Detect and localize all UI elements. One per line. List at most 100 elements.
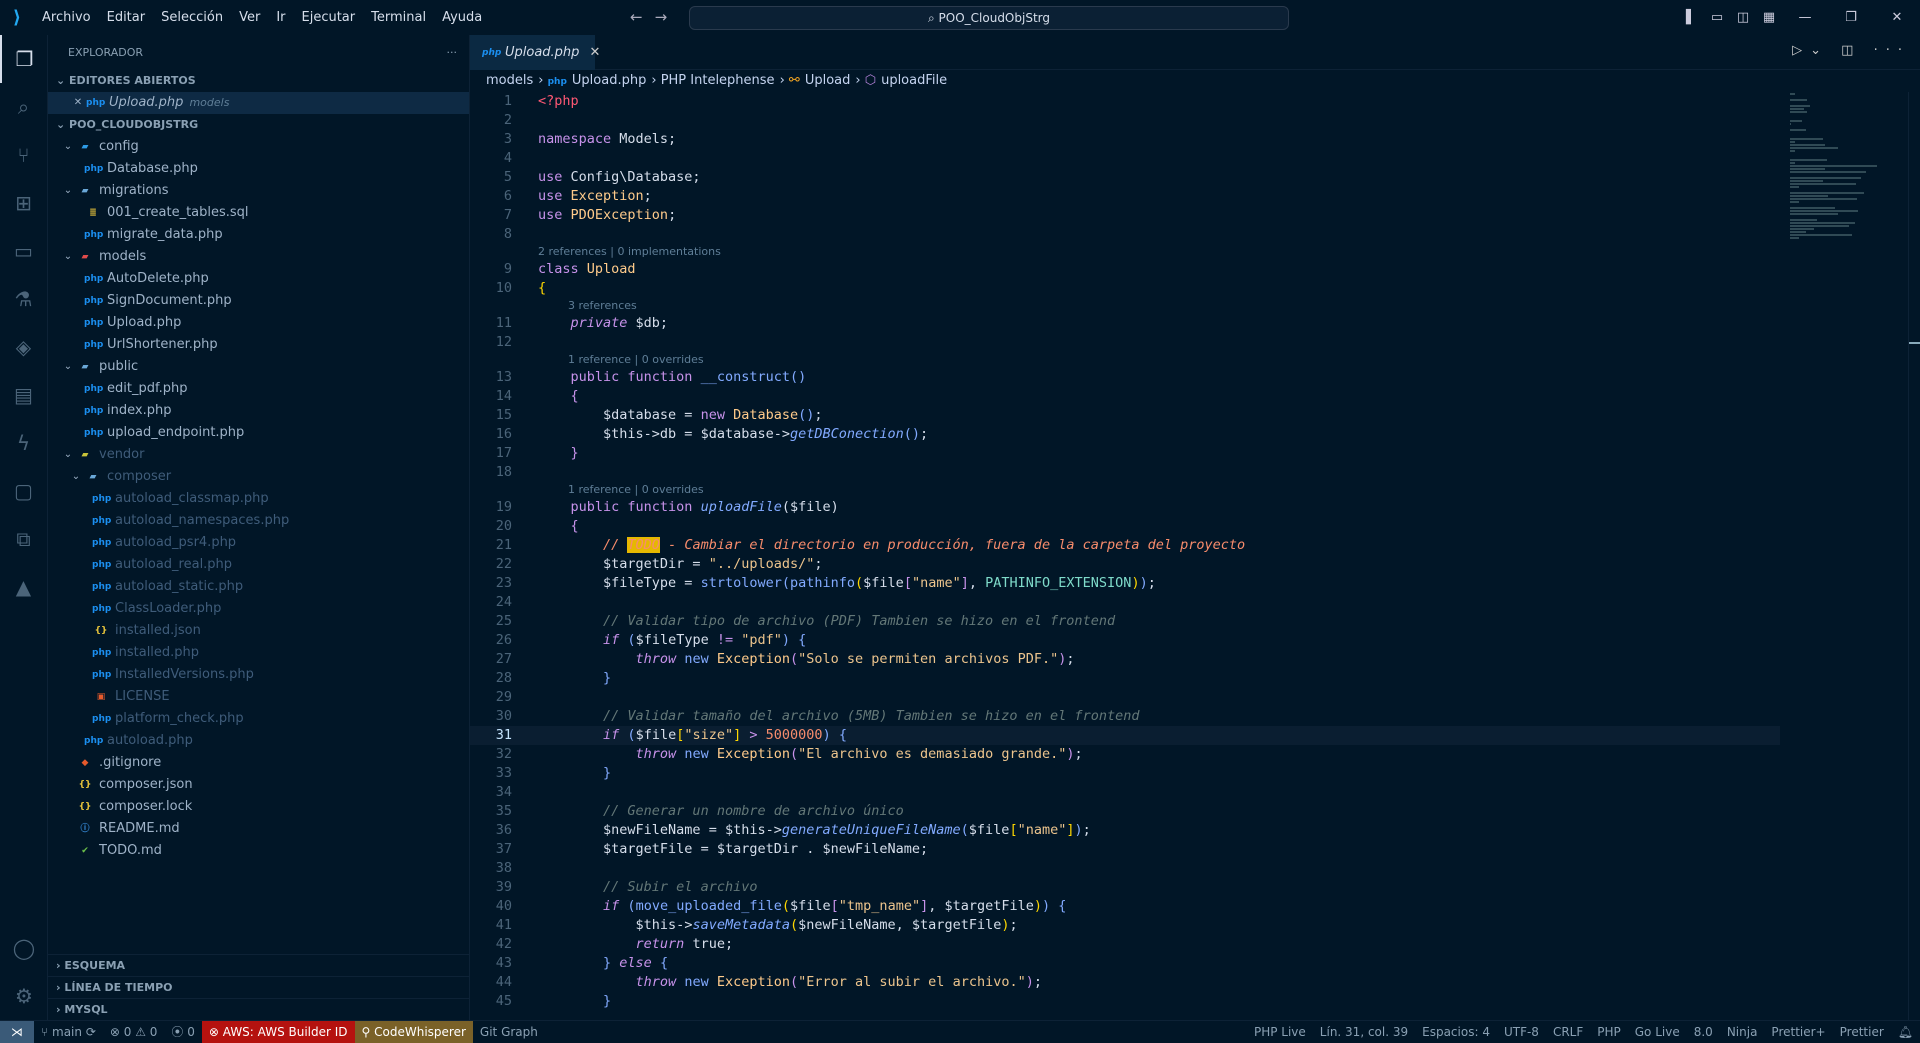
command-center-search[interactable]: ⌕ POO_CloudObjStrg <box>689 6 1289 30</box>
search-icon[interactable]: ⌕ <box>0 83 47 131</box>
status-item[interactable]: Go Live <box>1628 1021 1687 1043</box>
file-item[interactable]: php Upload.php <box>48 312 469 334</box>
project-section[interactable]: ⌄ POO_CLOUDOBJSTRG <box>48 114 469 136</box>
status-item[interactable]: PHP <box>1590 1021 1628 1043</box>
navigation-arrows[interactable]: ←→ <box>630 8 679 26</box>
breadcrumb-method[interactable]: uploadFile <box>881 73 947 88</box>
file-item[interactable]: php platform_check.php <box>48 708 469 730</box>
codelens[interactable]: 1 reference | 0 overrides <box>470 482 1780 498</box>
breadcrumb-class[interactable]: Upload <box>805 73 851 88</box>
folder-item[interactable]: ⌄ ▰ config <box>48 136 469 158</box>
breadcrumb-namespace[interactable]: PHP Intelephense <box>661 73 775 88</box>
status-item[interactable]: Lín. 31, col. 39 <box>1313 1021 1415 1043</box>
file-item[interactable]: {} composer.json <box>48 774 469 796</box>
file-item[interactable]: ⓘ README.md <box>48 818 469 840</box>
outline-section[interactable]: › ESQUEMA <box>48 954 469 976</box>
file-item[interactable]: php InstalledVersions.php <box>48 664 469 686</box>
folder-item[interactable]: ⌄ ▰ models <box>48 246 469 268</box>
minimap[interactable] <box>1790 92 1900 239</box>
status-item[interactable]: UTF-8 <box>1497 1021 1546 1043</box>
docker-icon[interactable]: ◈ <box>0 323 47 371</box>
branch-indicator[interactable]: ⑂ main ⟳ <box>34 1021 103 1043</box>
file-item[interactable]: ✔ TODO.md <box>48 840 469 862</box>
codelens[interactable]: 3 references <box>470 298 1780 314</box>
status-item[interactable]: Prettier <box>1833 1021 1891 1043</box>
file-item[interactable]: php upload_endpoint.php <box>48 422 469 444</box>
code-editor[interactable]: 1 <?php 2 3 namespace Models; 4 5 use Config\Da… <box>470 92 1780 1020</box>
more-actions-icon[interactable]: ··· <box>447 46 458 59</box>
open-editor-item[interactable]: ✕ php Upload.php models <box>48 92 469 114</box>
file-item[interactable]: php autoload_classmap.php <box>48 488 469 510</box>
file-item[interactable]: php Database.php <box>48 158 469 180</box>
open-editors-section[interactable]: ⌄ EDITORES ABIERTOS <box>48 70 469 92</box>
minimize-button[interactable]: — <box>1782 10 1828 25</box>
file-item[interactable]: ◆ .gitignore <box>48 752 469 774</box>
breadcrumb-folder[interactable]: models <box>486 73 533 88</box>
toggle-sidebar-icon[interactable]: ▌ <box>1678 10 1704 25</box>
menu-terminal[interactable]: Terminal <box>371 10 426 25</box>
menu-ver[interactable]: Ver <box>239 10 260 25</box>
source-control-icon[interactable]: ⑂ <box>0 131 47 179</box>
file-item[interactable]: php migrate_data.php <box>48 224 469 246</box>
file-item[interactable]: php SignDocument.php <box>48 290 469 312</box>
codegpt-icon[interactable]: ▤ <box>0 371 47 419</box>
close-icon[interactable]: ✕ <box>70 92 86 114</box>
status-item[interactable]: CRLF <box>1546 1021 1590 1043</box>
toggle-panel-icon[interactable]: ▭ <box>1704 10 1730 25</box>
git-graph-button[interactable]: Git Graph <box>473 1021 545 1043</box>
remote-indicator[interactable]: ⋊ <box>0 1020 34 1043</box>
mysql-section[interactable]: › MYSQL <box>48 998 469 1020</box>
file-item[interactable]: php autoload_namespaces.php <box>48 510 469 532</box>
codelens[interactable]: 2 references | 0 implementations <box>470 244 1780 260</box>
restore-button[interactable]: ❐ <box>1828 10 1874 25</box>
folder-item[interactable]: ⌄ ▰ migrations <box>48 180 469 202</box>
run-icon[interactable]: ▷⌄ <box>1792 43 1829 58</box>
customize-layout-icon[interactable]: ▦ <box>1756 10 1782 25</box>
tab-upload-php[interactable]: php Upload.php ✕ <box>470 35 600 70</box>
timeline-section[interactable]: › LÍNEA DE TIEMPO <box>48 976 469 998</box>
folder-item[interactable]: ⌄ ▰ composer <box>48 466 469 488</box>
file-item[interactable]: php edit_pdf.php <box>48 378 469 400</box>
status-item[interactable]: Espacios: 4 <box>1415 1021 1497 1043</box>
status-item[interactable]: PHP Live <box>1247 1021 1313 1043</box>
file-item[interactable]: php autoload_psr4.php <box>48 532 469 554</box>
breadcrumb-file[interactable]: Upload.php <box>572 73 646 88</box>
codewhisperer-status[interactable]: ⚲ CodeWhisperer <box>354 1020 473 1043</box>
status-item[interactable]: Prettier+ <box>1764 1021 1832 1043</box>
file-item[interactable]: {} composer.lock <box>48 796 469 818</box>
folder-item[interactable]: ⌄ ▰ public <box>48 356 469 378</box>
notifications-icon[interactable]: 🔔︎ <box>1891 1021 1920 1043</box>
settings-gear-icon[interactable]: ⚙ <box>0 972 48 1020</box>
ports-indicator[interactable]: ⦿ 0 <box>164 1021 201 1043</box>
problems-indicator[interactable]: ⊗ 0 ⚠ 0 <box>103 1021 165 1043</box>
explorer-icon[interactable]: ❐ <box>0 35 47 83</box>
menu-ayuda[interactable]: Ayuda <box>442 10 482 25</box>
menu-archivo[interactable]: Archivo <box>42 10 91 25</box>
close-window-button[interactable]: ✕ <box>1874 10 1920 25</box>
thunder-client-icon[interactable]: ϟ <box>0 419 47 467</box>
testing-icon[interactable]: ⚗ <box>0 275 47 323</box>
file-item[interactable]: php installed.php <box>48 642 469 664</box>
close-tab-icon[interactable]: ✕ <box>589 45 600 60</box>
chat-icon[interactable]: ▢ <box>0 467 47 515</box>
status-item[interactable]: 8.0 <box>1687 1021 1720 1043</box>
codelens[interactable]: 1 reference | 0 overrides <box>470 352 1780 368</box>
remote-explorer-icon[interactable]: ▭ <box>0 227 47 275</box>
folder-item[interactable]: ⌄ ▰ vendor <box>48 444 469 466</box>
menu-ir[interactable]: Ir <box>276 10 285 25</box>
file-item[interactable]: php ClassLoader.php <box>48 598 469 620</box>
file-item[interactable]: php AutoDelete.php <box>48 268 469 290</box>
aws-icon[interactable]: ▲ <box>0 563 47 611</box>
menu-selección[interactable]: Selección <box>161 10 223 25</box>
editor-scrollbar[interactable] <box>1908 92 1920 1020</box>
menu-editar[interactable]: Editar <box>107 10 146 25</box>
file-item[interactable]: ≣ 001_create_tables.sql <box>48 202 469 224</box>
more-actions-icon[interactable]: ··· <box>1874 43 1910 58</box>
git-graph-icon[interactable]: ⧉ <box>0 515 47 563</box>
file-item[interactable]: {} installed.json <box>48 620 469 642</box>
file-item[interactable]: php UrlShortener.php <box>48 334 469 356</box>
account-icon[interactable]: ◯ <box>0 924 48 972</box>
menu-ejecutar[interactable]: Ejecutar <box>302 10 356 25</box>
file-item[interactable]: php autoload_static.php <box>48 576 469 598</box>
status-item[interactable]: Ninja <box>1720 1021 1765 1043</box>
